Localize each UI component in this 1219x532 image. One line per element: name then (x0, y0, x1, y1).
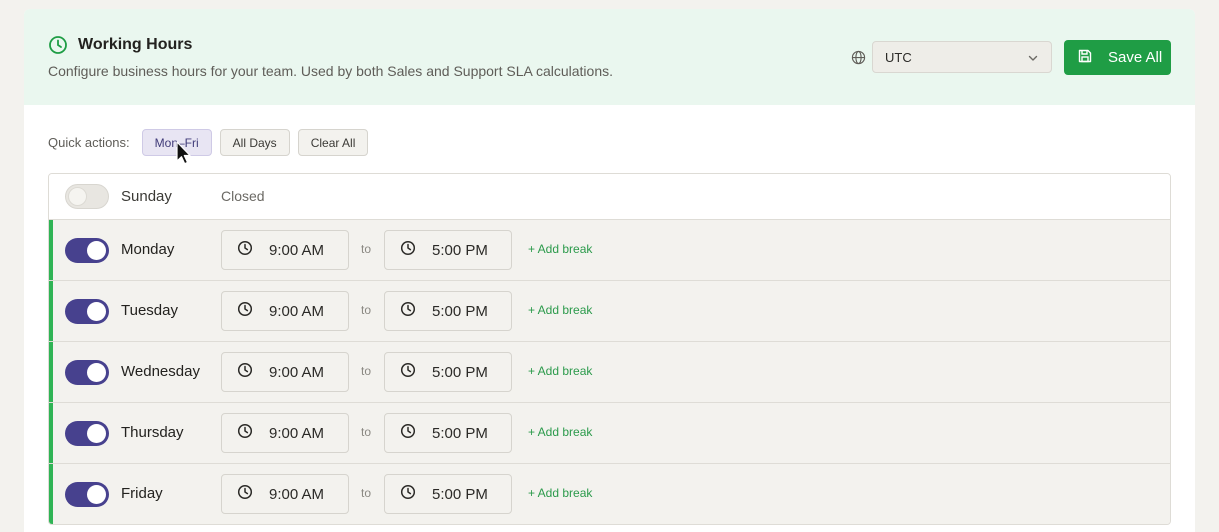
clock-icon (237, 423, 253, 443)
toggle-knob (68, 187, 87, 206)
quick-actions: Quick actions: Mon–Fri All Days Clear Al… (48, 129, 376, 156)
clock-icon (237, 301, 253, 321)
day-name: Thursday (121, 424, 184, 441)
end-time-picker[interactable]: 5:00 PM (384, 352, 512, 392)
day-toggle-tuesday[interactable] (65, 299, 109, 324)
page-subtitle: Configure business hours for your team. … (48, 63, 613, 79)
clear-all-button[interactable]: Clear All (297, 129, 369, 156)
add-break-link[interactable]: + Add break (528, 425, 592, 439)
clock-icon (237, 240, 253, 260)
clock-icon (237, 362, 253, 382)
day-name: Wednesday (121, 363, 200, 380)
start-time-picker[interactable]: 9:00 AM (221, 474, 349, 514)
save-all-label: Save All (1108, 49, 1163, 66)
start-time-value: 9:00 AM (269, 241, 325, 259)
clock-icon (400, 423, 416, 443)
add-break-link[interactable]: + Add break (528, 364, 592, 378)
clock-icon (400, 362, 416, 382)
end-time-picker[interactable]: 5:00 PM (384, 230, 512, 270)
clock-icon (400, 301, 416, 321)
day-row-friday: Friday 9:00 AM to 5:00 PM + Add break (49, 463, 1170, 524)
end-time-picker[interactable]: 5:00 PM (384, 291, 512, 331)
card-header: Working Hours Configure business hours f… (24, 9, 1195, 105)
day-toggle-monday[interactable] (65, 238, 109, 263)
end-time-picker[interactable]: 5:00 PM (384, 474, 512, 514)
quick-actions-label: Quick actions: (48, 135, 130, 150)
toggle-knob (87, 485, 106, 504)
clock-icon (48, 35, 68, 55)
page-title: Working Hours (78, 36, 193, 53)
mouse-cursor-icon (176, 141, 192, 170)
end-time-picker[interactable]: 5:00 PM (384, 413, 512, 453)
save-all-button[interactable]: Save All (1064, 40, 1171, 75)
end-time-value: 5:00 PM (432, 241, 488, 259)
day-name: Tuesday (121, 302, 178, 319)
start-time-value: 9:00 AM (269, 302, 325, 320)
start-time-picker[interactable]: 9:00 AM (221, 413, 349, 453)
title-row: Working Hours (48, 35, 192, 55)
end-time-value: 5:00 PM (432, 485, 488, 503)
day-toggle-wednesday[interactable] (65, 360, 109, 385)
day-row-sunday: Sunday Closed (49, 174, 1170, 219)
timezone-value: UTC (885, 49, 912, 65)
toggle-knob (87, 302, 106, 321)
to-label: to (361, 486, 372, 500)
to-label: to (361, 242, 372, 256)
toggle-knob (87, 424, 106, 443)
day-name: Monday (121, 241, 175, 258)
toggle-knob (87, 241, 106, 260)
day-name: Friday (121, 485, 163, 502)
day-toggle-thursday[interactable] (65, 421, 109, 446)
to-label: to (361, 364, 372, 378)
start-time-picker[interactable]: 9:00 AM (221, 291, 349, 331)
save-icon (1077, 48, 1093, 68)
to-label: to (361, 425, 372, 439)
add-break-link[interactable]: + Add break (528, 303, 592, 317)
add-break-link[interactable]: + Add break (528, 486, 592, 500)
day-name: Sunday (121, 188, 172, 205)
closed-status: Closed (221, 188, 265, 204)
start-time-picker[interactable]: 9:00 AM (221, 230, 349, 270)
working-hours-card: Working Hours Configure business hours f… (24, 9, 1195, 532)
start-time-value: 9:00 AM (269, 485, 325, 503)
clock-icon (400, 240, 416, 260)
start-time-picker[interactable]: 9:00 AM (221, 352, 349, 392)
clock-icon (237, 484, 253, 504)
chevron-down-icon (1027, 52, 1039, 67)
days-list: Sunday Closed Monday 9:00 AM to 5:00 PM … (48, 173, 1171, 525)
day-row-wednesday: Wednesday 9:00 AM to 5:00 PM + Add break (49, 341, 1170, 402)
all-days-button[interactable]: All Days (219, 129, 290, 156)
globe-icon (851, 50, 866, 70)
timezone-select[interactable]: UTC (872, 41, 1052, 73)
day-toggle-sunday[interactable] (65, 184, 109, 209)
day-toggle-friday[interactable] (65, 482, 109, 507)
start-time-value: 9:00 AM (269, 363, 325, 381)
day-row-thursday: Thursday 9:00 AM to 5:00 PM + Add break (49, 402, 1170, 463)
end-time-value: 5:00 PM (432, 424, 488, 442)
toggle-knob (87, 363, 106, 382)
to-label: to (361, 303, 372, 317)
start-time-value: 9:00 AM (269, 424, 325, 442)
day-row-tuesday: Tuesday 9:00 AM to 5:00 PM + Add break (49, 280, 1170, 341)
add-break-link[interactable]: + Add break (528, 242, 592, 256)
end-time-value: 5:00 PM (432, 302, 488, 320)
end-time-value: 5:00 PM (432, 363, 488, 381)
day-row-monday: Monday 9:00 AM to 5:00 PM + Add break (49, 219, 1170, 280)
clock-icon (400, 484, 416, 504)
